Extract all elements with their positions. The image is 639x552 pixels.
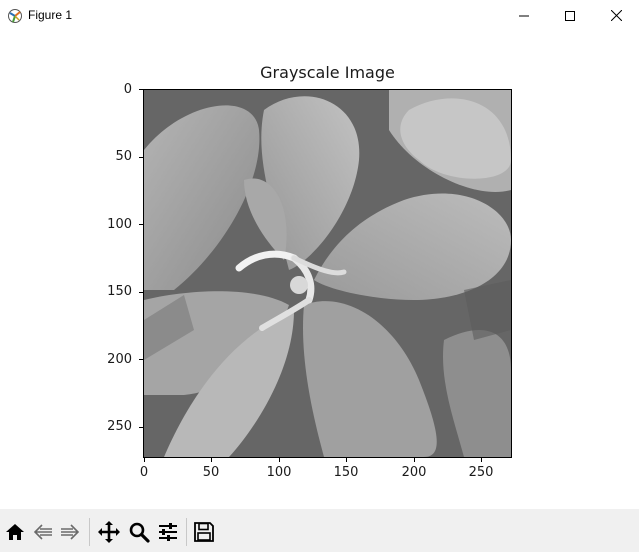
zoom-icon xyxy=(129,522,150,543)
forward-icon xyxy=(61,524,80,540)
window-titlebar: Figure 1 xyxy=(0,0,639,32)
y-tickmark xyxy=(139,292,143,293)
x-tickmark xyxy=(144,458,145,462)
x-tick-label: 200 xyxy=(401,465,427,480)
window-title: Figure 1 xyxy=(28,8,73,22)
save-icon xyxy=(194,522,214,542)
x-tick-label: 0 xyxy=(139,465,149,480)
y-tickmark xyxy=(139,157,143,158)
toolbar-separator xyxy=(89,518,90,546)
configure-subplots-icon xyxy=(159,523,177,541)
x-tick-label: 50 xyxy=(202,465,220,480)
y-tick-label: 250 xyxy=(107,419,132,434)
home-icon xyxy=(6,524,24,540)
y-tickmark xyxy=(139,427,143,428)
maximize-button[interactable] xyxy=(547,0,593,31)
x-tick-label: 250 xyxy=(468,465,494,480)
x-tickmark xyxy=(414,458,415,462)
pan-button[interactable] xyxy=(96,519,122,545)
maximize-icon xyxy=(565,10,575,21)
close-icon xyxy=(610,10,622,21)
x-tick-label: 100 xyxy=(266,465,292,480)
close-button[interactable] xyxy=(593,0,639,31)
toolbar-separator xyxy=(186,518,187,546)
image-axes[interactable] xyxy=(143,89,512,458)
figure-canvas[interactable]: Grayscale Image 0 50 100 150 200 250 0 5… xyxy=(0,31,639,509)
x-tickmark xyxy=(481,458,482,462)
forward-button[interactable] xyxy=(57,519,83,545)
navigation-toolbar xyxy=(0,509,639,552)
matplotlib-app-icon xyxy=(8,9,22,23)
back-button[interactable] xyxy=(30,519,56,545)
back-icon xyxy=(33,524,52,540)
y-tick-label: 100 xyxy=(107,217,132,232)
home-button[interactable] xyxy=(2,519,28,545)
y-tickmark xyxy=(139,89,143,90)
x-tickmark xyxy=(211,458,212,462)
save-button[interactable] xyxy=(191,519,217,545)
y-tickmark xyxy=(139,224,143,225)
y-tick-label: 150 xyxy=(107,284,132,299)
pan-icon xyxy=(98,521,120,543)
plot-title: Grayscale Image xyxy=(260,63,395,82)
configure-subplots-button[interactable] xyxy=(155,519,181,545)
y-tick-label: 50 xyxy=(115,149,132,164)
y-tick-label: 0 xyxy=(123,82,132,97)
minimize-icon xyxy=(519,15,529,16)
x-tickmark xyxy=(346,458,347,462)
x-tick-label: 150 xyxy=(333,465,359,480)
y-tickmark xyxy=(139,359,143,360)
x-tickmark xyxy=(279,458,280,462)
grayscale-flower-image xyxy=(144,90,511,457)
minimize-button[interactable] xyxy=(501,0,547,31)
zoom-button[interactable] xyxy=(126,519,152,545)
y-tick-label: 200 xyxy=(107,352,132,367)
